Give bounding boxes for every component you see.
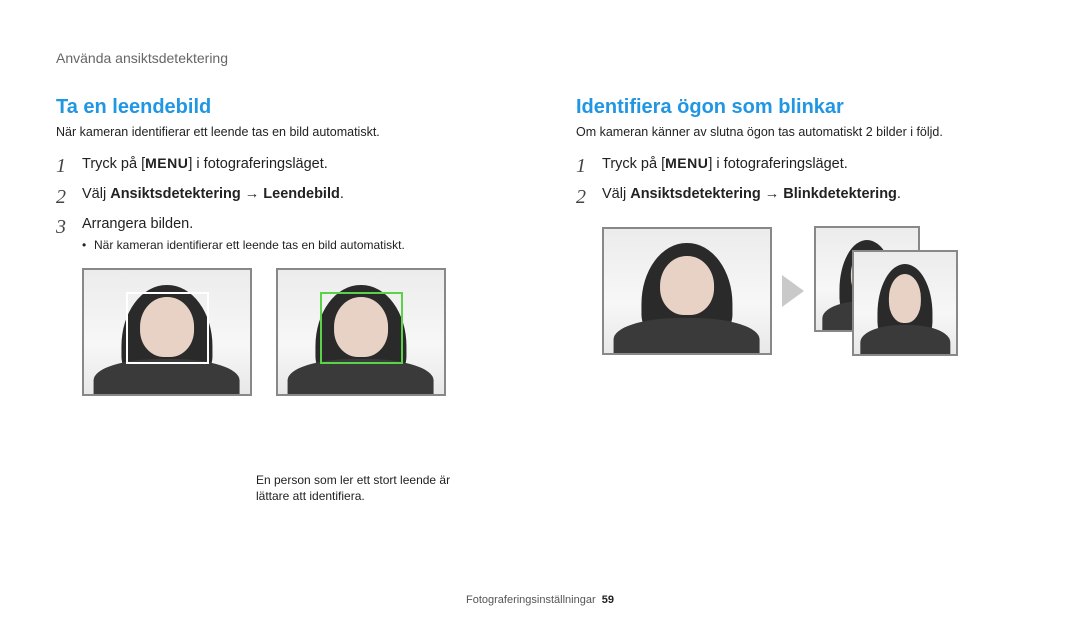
footer-label: Fotograferingsinställningar xyxy=(466,594,596,606)
face-detect-box-white xyxy=(126,292,209,364)
step-1: Tryck på [MENU] i fotograferingsläget. xyxy=(56,153,504,176)
photo-burst-stack xyxy=(814,226,964,356)
step-3: Arrangera bilden. När kameran identifier… xyxy=(56,214,504,255)
step2-bold: Ansiktsdetektering → Leendebild xyxy=(110,186,340,202)
smile-intro: När kameran identifierar ett leende tas … xyxy=(56,125,504,139)
menu-label: MENU xyxy=(665,155,708,171)
step-2: Välj Ansiktsdetektering → Leendebild. xyxy=(56,184,504,206)
smile-steps: Tryck på [MENU] i fotograferingsläget. V… xyxy=(56,153,504,254)
page-footer: Fotograferingsinställningar 59 xyxy=(0,594,1080,606)
blink-step1-pre: Tryck på [ xyxy=(602,156,665,172)
blink-intro: Om kameran känner av slutna ögon tas aut… xyxy=(576,125,1024,139)
step2-pre: Välj xyxy=(82,186,110,202)
arrow-right-icon xyxy=(782,275,804,307)
face-detect-box-green xyxy=(320,292,403,364)
blink-steps: Tryck på [MENU] i fotograferingsläget. V… xyxy=(576,153,1024,206)
menu-label: MENU xyxy=(145,155,188,171)
step3-bullet: När kameran identifierar ett leende tas … xyxy=(82,237,504,254)
page-number: 59 xyxy=(602,594,614,606)
step1-pre: Tryck på [ xyxy=(82,156,145,172)
right-column: Identifiera ögon som blinkar Om kameran … xyxy=(576,96,1024,504)
blink-step-1: Tryck på [MENU] i fotograferingsläget. xyxy=(576,153,1024,176)
step1-post: ] i fotograferingsläget. xyxy=(188,156,327,172)
left-column: Ta en leendebild När kameran identifiera… xyxy=(56,96,504,504)
blink-step2-pre: Välj xyxy=(602,186,630,202)
blink-step2-bold: Ansiktsdetektering → Blinkdetektering xyxy=(630,186,897,202)
blink-heading: Identifiera ögon som blinkar xyxy=(576,96,1024,119)
photo-eyes-closed xyxy=(602,227,772,355)
burst-photo-2 xyxy=(852,250,958,356)
photo-face-neutral xyxy=(82,268,252,396)
smile-figure-row xyxy=(82,268,504,396)
smile-caption: En person som ler ett stort leende är lä… xyxy=(256,472,476,504)
manual-page: Använda ansiktsdetektering Ta en leendeb… xyxy=(0,0,1080,630)
step3-text: Arrangera bilden. xyxy=(82,216,193,232)
blink-step1-post: ] i fotograferingsläget. xyxy=(708,156,847,172)
photo-face-smile xyxy=(276,268,446,396)
callout-line xyxy=(361,394,363,396)
blink-step2-post: . xyxy=(897,186,901,202)
smile-heading: Ta en leendebild xyxy=(56,96,504,119)
breadcrumb: Använda ansiktsdetektering xyxy=(56,50,1024,66)
step2-post: . xyxy=(340,186,344,202)
two-column-layout: Ta en leendebild När kameran identifiera… xyxy=(56,96,1024,504)
blink-step-2: Välj Ansiktsdetektering → Blinkdetekteri… xyxy=(576,184,1024,206)
blink-figure-row xyxy=(602,226,1024,356)
